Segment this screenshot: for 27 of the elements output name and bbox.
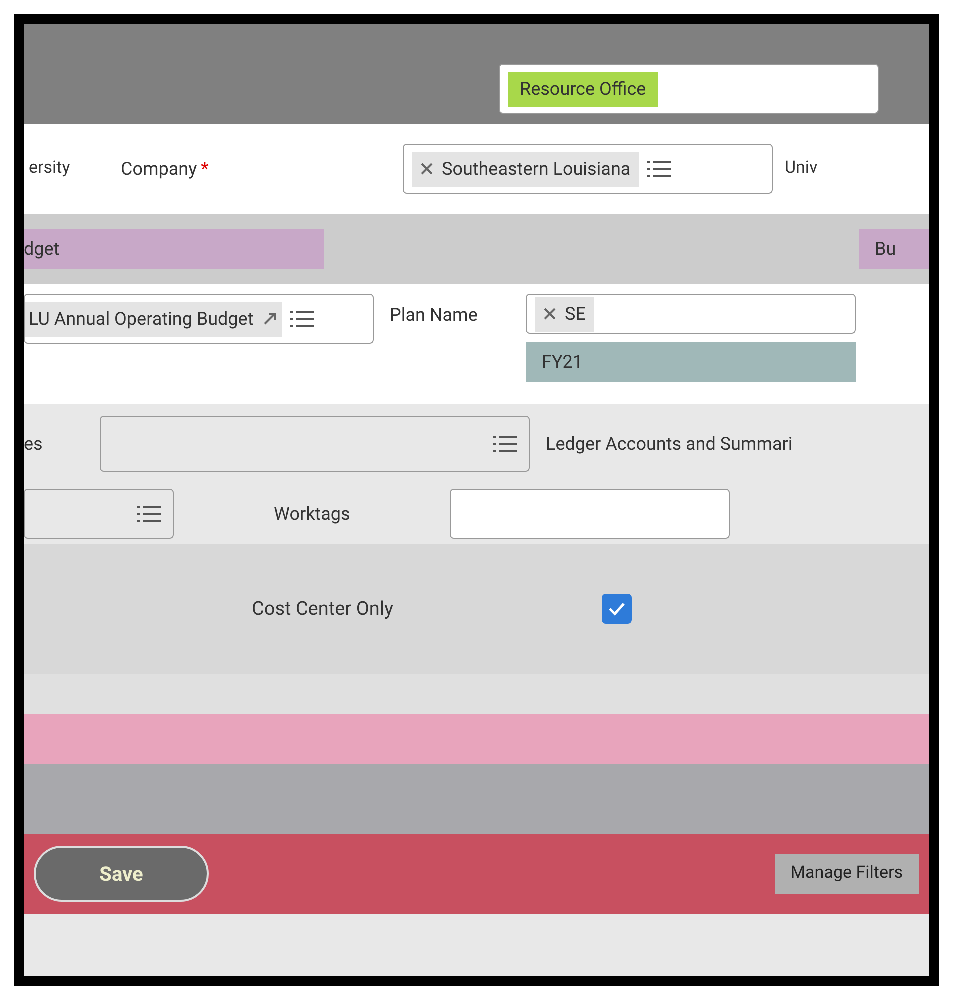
field-text: dget bbox=[24, 229, 324, 269]
checkbox[interactable] bbox=[602, 594, 632, 624]
selected-chip: SE bbox=[535, 296, 594, 332]
field-label: Ledger Accounts and Summari bbox=[546, 432, 793, 456]
list-icon[interactable] bbox=[646, 159, 671, 179]
selected-chip: Resource Office bbox=[508, 72, 658, 106]
selected-chip: Southeastern Louisiana bbox=[412, 152, 639, 186]
list-icon[interactable] bbox=[290, 309, 314, 329]
field-text: Univ bbox=[785, 157, 818, 180]
field-label: Plan Name bbox=[390, 304, 479, 328]
field-text: ersity bbox=[29, 157, 72, 180]
field-text: Bu bbox=[859, 229, 929, 269]
list-icon[interactable] bbox=[137, 504, 161, 524]
field-label: Company * bbox=[121, 156, 391, 182]
external-link-icon bbox=[262, 311, 278, 327]
manage-filters-button[interactable]: Manage Filters bbox=[774, 854, 919, 894]
plan-name-field[interactable]: FY21 bbox=[526, 342, 856, 382]
selected-chip: LU Annual Operating Budget bbox=[25, 302, 282, 336]
field-text: es bbox=[24, 432, 44, 456]
checkbox-label: Cost Center Only bbox=[252, 596, 394, 622]
close-icon[interactable] bbox=[543, 307, 557, 321]
save-button[interactable]: Save bbox=[34, 846, 209, 902]
required-mark: * bbox=[201, 158, 209, 182]
check-icon bbox=[608, 602, 626, 616]
close-icon[interactable] bbox=[420, 162, 434, 176]
list-icon[interactable] bbox=[493, 434, 517, 454]
field-label: Worktags bbox=[274, 502, 350, 526]
